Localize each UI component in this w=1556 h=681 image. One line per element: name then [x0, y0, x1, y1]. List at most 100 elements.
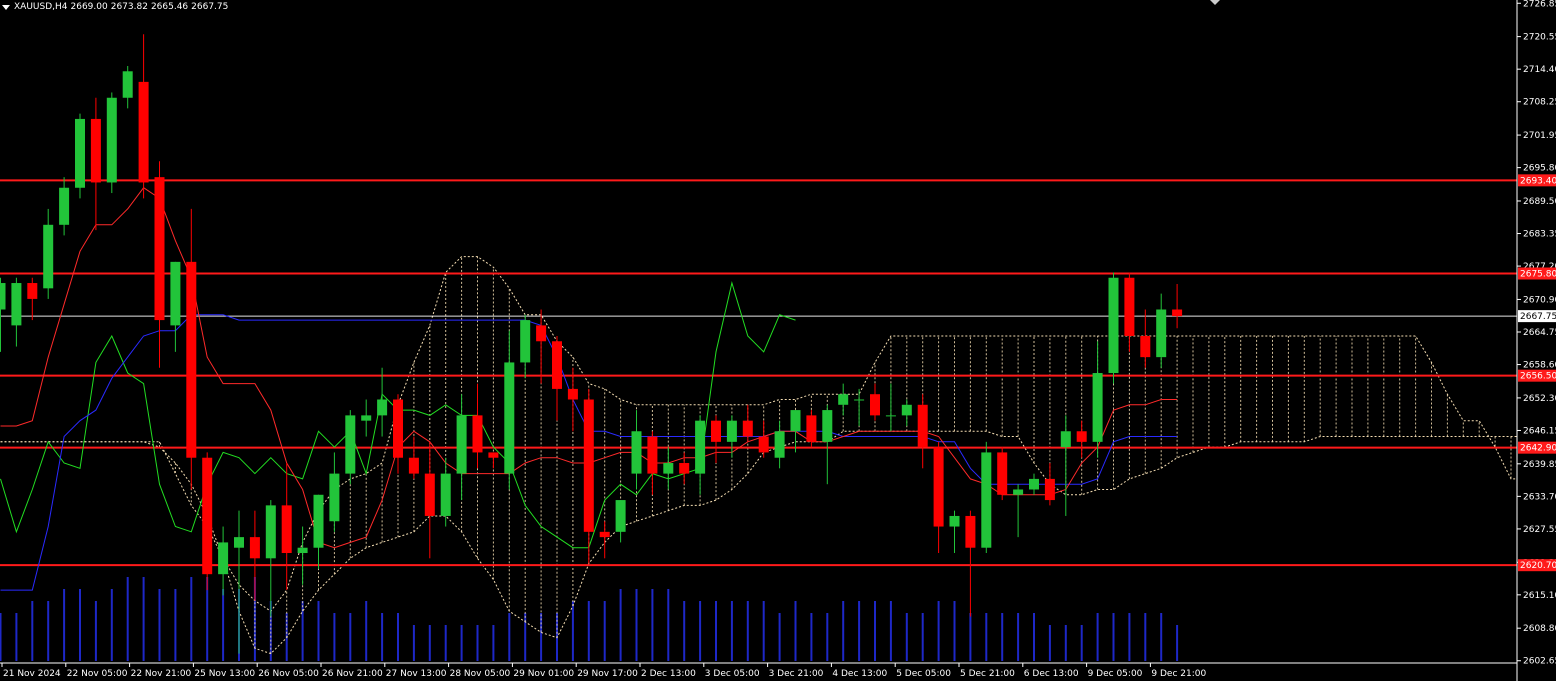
chart-shift-marker-icon[interactable] — [1210, 0, 1220, 5]
candle-body — [1044, 478, 1055, 501]
candle-body — [43, 224, 54, 289]
candle-body — [615, 500, 626, 532]
time-tick-label: 6 Dec 13:00 — [1024, 669, 1079, 679]
candle-body — [949, 515, 960, 527]
time-tick-label: 4 Dec 13:00 — [832, 669, 887, 679]
candle-body — [59, 187, 70, 225]
candle-body — [520, 320, 531, 363]
candle-body — [536, 325, 547, 342]
candle-body — [599, 531, 610, 538]
candle-body — [90, 118, 101, 183]
time-tick-label: 9 Dec 05:00 — [1088, 669, 1143, 679]
candle-body — [885, 415, 896, 417]
collapse-triangle-icon[interactable] — [2, 4, 10, 10]
candle-body — [583, 399, 594, 532]
time-tick-label: 26 Nov 21:00 — [322, 669, 383, 679]
candle-body — [726, 420, 737, 442]
candle-body — [917, 404, 928, 448]
time-tick-label: 21 Nov 2024 — [3, 669, 61, 679]
candle-body — [313, 494, 324, 548]
candle-body — [933, 447, 944, 527]
price-tick-label: 2646.15 — [1523, 426, 1556, 436]
price-tick-label: 2664.75 — [1523, 328, 1556, 338]
chart-window[interactable]: 2726.85 2720.55 2714.40 2708.25 2701.95 2695.… — [0, 0, 1556, 681]
current-price-tag-label: 2667.75 — [1520, 312, 1556, 322]
candle-body — [234, 537, 244, 548]
candle-body — [870, 394, 880, 416]
candle-body — [170, 261, 181, 326]
candle-body — [997, 452, 1008, 495]
high-value: 2673.82 — [110, 2, 148, 12]
price-chart[interactable]: 2726.85 2720.55 2714.40 2708.25 2701.95 2695.… — [0, 0, 1556, 681]
candle-body — [838, 394, 849, 405]
candle-body — [456, 415, 467, 474]
price-tick-label: 2652.30 — [1523, 394, 1556, 404]
candle-body — [27, 283, 38, 299]
candle-body — [711, 420, 721, 442]
candle-body — [1140, 335, 1151, 358]
level-price-tag-label: 2675.80 — [1520, 270, 1556, 280]
price-tick-label: 2701.95 — [1523, 131, 1556, 141]
time-tick-label: 9 Dec 21:00 — [1151, 669, 1206, 679]
candle-body — [742, 420, 753, 437]
candle-body — [854, 399, 865, 401]
price-tick-label: 2627.55 — [1523, 525, 1556, 535]
candle-body — [679, 463, 690, 474]
senkou-span-a-line — [0, 430, 1556, 655]
time-tick-label: 3 Dec 05:00 — [705, 669, 760, 679]
candle-body — [408, 457, 419, 474]
time-tick-label: 25 Nov 13:00 — [194, 669, 255, 679]
candle-body — [361, 415, 372, 421]
candle-body — [1172, 309, 1183, 317]
candle-body — [647, 436, 658, 474]
candle-body — [901, 404, 912, 416]
candle-body — [0, 283, 6, 310]
price-tick-label: 2615.10 — [1523, 591, 1556, 601]
candle-body — [138, 81, 149, 183]
candle-body — [106, 97, 117, 183]
time-tick-label: 3 Dec 21:00 — [769, 669, 824, 679]
price-tick-label: 2658.60 — [1523, 361, 1556, 371]
price-tick-label: 2726.85 — [1523, 0, 1556, 9]
price-tick-label: 2689.50 — [1523, 197, 1556, 207]
candle-body — [249, 537, 260, 559]
time-tick-label: 29 Nov 17:00 — [577, 669, 638, 679]
candle-body — [265, 505, 276, 559]
candle-body — [11, 283, 22, 326]
candle-body — [488, 452, 499, 458]
candle-body — [1124, 277, 1135, 336]
candle-body — [297, 547, 308, 554]
low-value: 2665.46 — [150, 2, 189, 12]
candle-body — [567, 388, 578, 400]
price-tick-label: 2602.65 — [1523, 657, 1556, 667]
candle-body — [504, 362, 515, 474]
candle-body — [218, 542, 229, 575]
price-tick-label: 2633.70 — [1523, 492, 1556, 502]
candle-body — [281, 505, 292, 554]
open-value: 2669.00 — [70, 2, 108, 12]
candle-body — [822, 410, 833, 442]
candle-body — [663, 463, 674, 474]
time-tick-label: 28 Nov 05:00 — [450, 669, 511, 679]
candle-body — [472, 415, 483, 453]
candle-body — [1013, 489, 1024, 495]
price-tick-label: 2695.80 — [1523, 164, 1556, 174]
candle-body — [377, 399, 388, 416]
time-tick-label: 22 Nov 21:00 — [131, 669, 192, 679]
time-tick-label: 27 Nov 13:00 — [386, 669, 447, 679]
close-value: 2667.75 — [191, 2, 229, 12]
time-tick-label: 2 Dec 13:00 — [641, 669, 696, 679]
time-tick-label: 26 Nov 05:00 — [258, 669, 319, 679]
time-tick-label: 22 Nov 05:00 — [67, 669, 128, 679]
candle-body — [758, 436, 769, 453]
candle-body — [631, 431, 642, 474]
candle-body — [1029, 478, 1039, 490]
candle-body — [154, 177, 165, 321]
candle-body — [552, 341, 562, 389]
price-tick-label: 2683.35 — [1523, 230, 1556, 240]
candle-body — [1076, 431, 1087, 442]
symbol-info-bar: XAUUSD,H4 2669.00 2673.82 2665.46 2667.7… — [2, 1, 231, 13]
candle-body — [981, 452, 992, 548]
time-tick-label: 5 Dec 21:00 — [960, 669, 1015, 679]
price-tick-label: 2608.80 — [1523, 624, 1556, 634]
